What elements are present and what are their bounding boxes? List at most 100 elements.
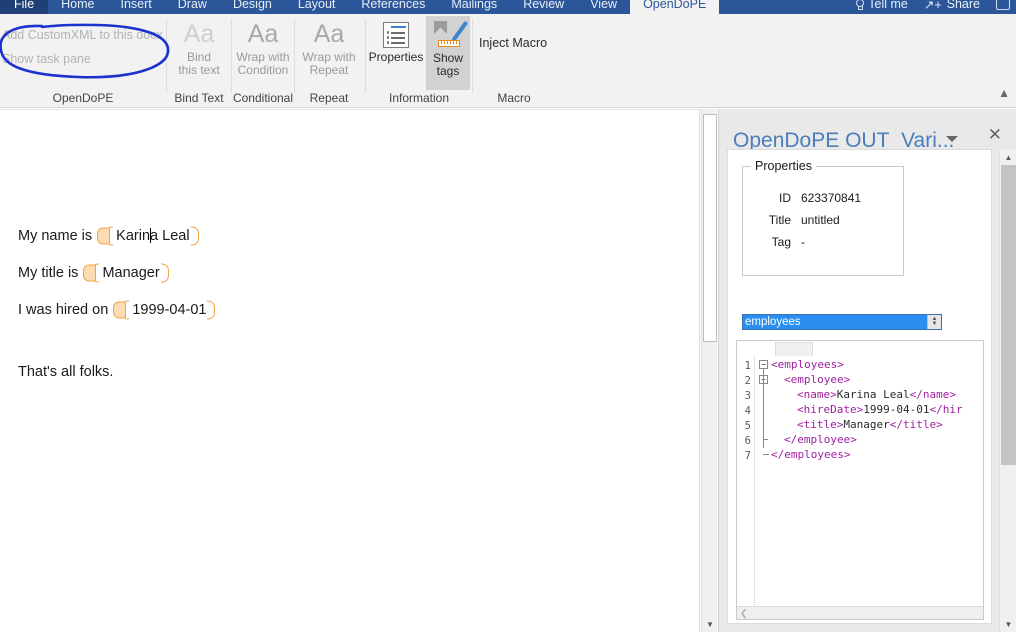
properties-label: Properties: [368, 50, 424, 64]
tab-layout[interactable]: Layout: [285, 0, 349, 14]
xml-part-value[interactable]: employees: [743, 315, 927, 329]
spinner-icon[interactable]: ▲ ▼: [927, 315, 941, 329]
tab-references[interactable]: References: [348, 0, 438, 14]
conditional-label-1: Wrap with: [236, 50, 290, 64]
task-pane: OpenDoPE OUT_Vari... ✕ Properties ID 623…: [718, 109, 1016, 632]
document-page[interactable]: My name is Karina Leal My title is Manag…: [0, 110, 700, 632]
chevron-down-icon[interactable]: [946, 136, 958, 142]
comments-icon[interactable]: [996, 0, 1010, 10]
code-line-7: </employees>: [771, 448, 851, 461]
document-line-name[interactable]: My name is Karina Leal: [18, 226, 199, 246]
tab-review[interactable]: Review: [510, 0, 577, 14]
control-handle-chip[interactable]: [97, 227, 111, 245]
content-control-hiredate[interactable]: 1999-04-01: [112, 300, 216, 320]
property-value-id: 623370841: [801, 191, 862, 205]
property-label-title: Title: [768, 213, 791, 227]
content-control-title[interactable]: Manager: [82, 263, 169, 283]
document-scroll-thumb[interactable]: [703, 114, 717, 342]
pane-scroll-thumb[interactable]: [1001, 165, 1016, 465]
content-control-title-text: Manager: [102, 265, 160, 281]
wrap-with-condition-button[interactable]: Aa Wrap with Condition: [229, 16, 297, 90]
share-label: Share: [946, 0, 980, 11]
line-number: 6: [744, 435, 751, 447]
line-name-prefix: My name is: [18, 228, 97, 244]
xml-editor-horizontal-scrollbar[interactable]: ❮: [737, 606, 983, 619]
pane-scroll-up-icon[interactable]: ▲: [1000, 149, 1016, 165]
document-area[interactable]: My name is Karina Leal My title is Manag…: [0, 109, 717, 632]
show-tags-button[interactable]: Show tags: [426, 16, 470, 90]
bind-this-text-button[interactable]: Aa Bind this text: [165, 16, 233, 90]
ribbon: Add CustomXML to this docx Show task pan…: [0, 14, 1016, 108]
tab-opendope[interactable]: OpenDoPE: [630, 0, 720, 14]
scroll-down-icon[interactable]: ▼: [702, 616, 718, 632]
code-line-1: <employees>: [771, 358, 844, 371]
document-line-closing[interactable]: That's all folks.: [18, 364, 113, 380]
code-line-3: <name>Karina Leal</name>: [797, 388, 956, 401]
document-scrollbar[interactable]: ▲ ▼: [701, 109, 717, 632]
ribbon-group-conditional: Aa Wrap with Condition Conditional: [232, 14, 294, 107]
xml-editor-tab-2[interactable]: [775, 342, 813, 356]
fold-elbow: [763, 439, 768, 440]
tab-home[interactable]: Home: [48, 0, 107, 14]
wrap-with-repeat-button[interactable]: Aa Wrap with Repeat: [295, 16, 363, 90]
document-line-hiredate[interactable]: I was hired on 1999-04-01: [18, 300, 216, 320]
properties-button[interactable]: Properties: [366, 16, 426, 90]
fold-guide: [763, 369, 764, 448]
property-label-tag: Tag: [771, 235, 791, 249]
xml-editor-tab-1[interactable]: [739, 342, 773, 356]
group-title-conditional: Conditional: [232, 91, 294, 105]
tab-design[interactable]: Design: [220, 0, 285, 14]
line-number: 5: [744, 420, 751, 432]
line-hiredate-prefix: I was hired on: [18, 302, 113, 318]
property-label-id: ID: [779, 191, 791, 205]
control-handle-chip[interactable]: [83, 264, 97, 282]
content-control-hiredate-text: 1999-04-01: [132, 302, 207, 318]
properties-fieldset: Properties ID 623370841 Title untitled T…: [742, 159, 904, 276]
xml-editor[interactable]: 1 2 3 4 5 6 7 − − <em: [736, 340, 984, 620]
line-number: 2: [744, 375, 751, 387]
tab-mailings[interactable]: Mailings: [438, 0, 510, 14]
control-right-bracket: [190, 226, 199, 246]
task-pane-scrollbar[interactable]: ▲ ▼: [999, 149, 1016, 632]
fold-column[interactable]: − −: [758, 356, 770, 605]
line-number-gutter: 1 2 3 4 5 6 7: [737, 356, 755, 605]
group-title-bind-text: Bind Text: [174, 91, 224, 105]
ribbon-group-macro: Inject Macro Macro: [473, 14, 555, 107]
tab-view[interactable]: View: [577, 0, 630, 14]
control-right-bracket: [160, 263, 169, 283]
group-title-macro: Macro: [497, 91, 531, 105]
collapse-ribbon-button[interactable]: ▲: [998, 86, 1010, 100]
pane-scroll-down-icon[interactable]: ▼: [1000, 616, 1016, 632]
ribbon-group-opendope: Add CustomXML to this docx Show task pan…: [0, 14, 166, 107]
code-line-4: <hireDate>1999-04-01</hir: [797, 403, 963, 416]
document-line-title[interactable]: My title is Manager: [18, 263, 169, 283]
tab-insert[interactable]: Insert: [108, 0, 165, 14]
line-number: 4: [744, 405, 751, 417]
xml-editor-tabs: [737, 341, 983, 356]
inject-macro-command[interactable]: Inject Macro: [479, 36, 547, 50]
scroll-left-icon[interactable]: ❮: [740, 608, 748, 619]
tell-me-label: Tell me: [868, 0, 908, 11]
property-value-title: untitled: [801, 213, 840, 227]
bind-text-label-1: Bind: [186, 50, 211, 64]
share-button[interactable]: ↗+ Share: [924, 0, 980, 12]
tab-draw[interactable]: Draw: [165, 0, 220, 14]
control-handle-chip[interactable]: [113, 301, 127, 319]
close-icon[interactable]: ✕: [988, 126, 1002, 143]
task-pane-body: Properties ID 623370841 Title untitled T…: [727, 149, 992, 624]
repeat-label-1: Wrap with: [302, 50, 356, 64]
fold-toggle-line1[interactable]: −: [759, 360, 768, 369]
tell-me-box[interactable]: Tell me: [855, 0, 908, 11]
show-tags-icon: [433, 20, 469, 49]
add-customxml-command[interactable]: Add CustomXML to this docx: [2, 28, 163, 42]
tab-file[interactable]: File: [0, 0, 49, 14]
content-control-name-text-a: Karin: [116, 228, 151, 244]
content-control-name[interactable]: Karina Leal: [96, 226, 199, 246]
xml-part-selector[interactable]: employees ▲ ▼: [742, 314, 942, 330]
share-person-icon: ↗+: [923, 0, 942, 12]
properties-legend: Properties: [751, 159, 816, 173]
show-task-pane-command[interactable]: Show task pane: [2, 52, 91, 66]
xml-editor-code[interactable]: 1 2 3 4 5 6 7 − − <em: [737, 356, 983, 605]
show-tags-label-2: tags: [436, 64, 460, 78]
line-number: 7: [744, 450, 751, 462]
